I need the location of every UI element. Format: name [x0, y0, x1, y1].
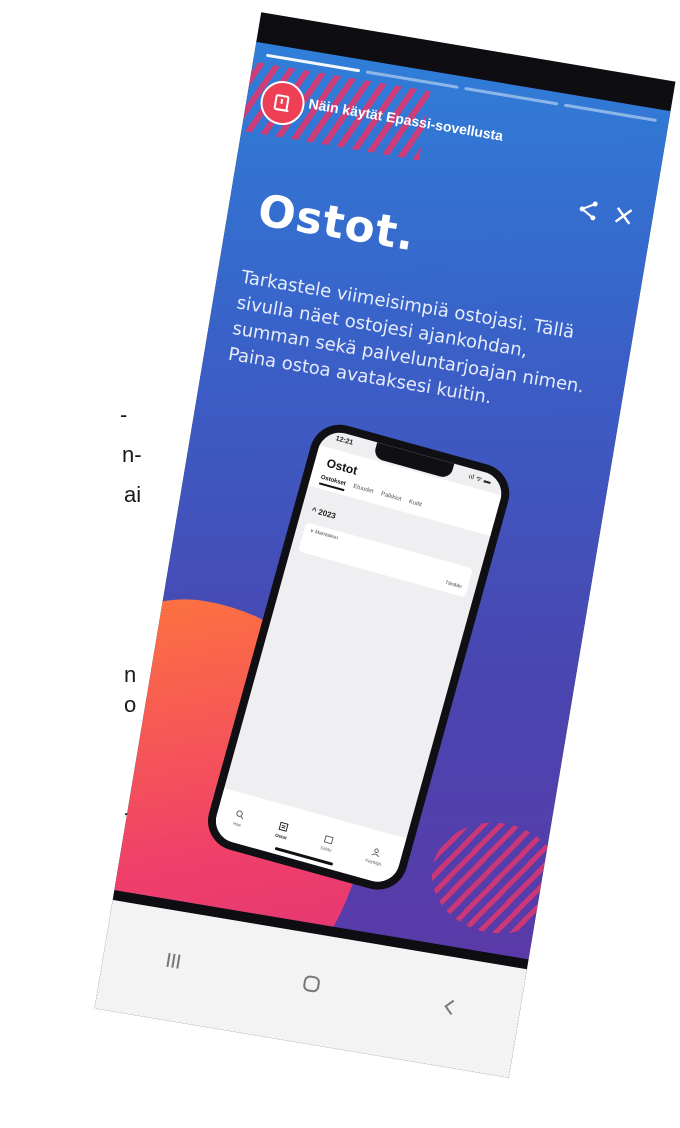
- recent-apps-icon: [166, 952, 181, 969]
- mockup-tab: Ostokset: [318, 474, 347, 492]
- recent-apps-button[interactable]: [150, 938, 196, 984]
- story-viewer[interactable]: Näin käytät Epassi-sovellusta Ostot. Tar…: [114, 41, 671, 960]
- mockup-nav-label: Käyttäjä: [364, 856, 382, 867]
- home-button[interactable]: [289, 961, 335, 1007]
- mockup-nav-label: Ostot: [274, 831, 288, 840]
- mockup-tab: Palkkiot: [380, 491, 402, 503]
- page-text-fragment: ai: [124, 482, 142, 507]
- share-button[interactable]: [571, 193, 606, 228]
- story-title: Ostot.: [254, 184, 420, 262]
- mockup-tab: Kuitit: [408, 499, 423, 509]
- mockup-nav-label: Hae: [232, 820, 242, 828]
- mockup-month-card: ∨ Marraskuu Tänään: [298, 522, 473, 598]
- mockup-nav-balance: Saldo: [320, 833, 336, 852]
- user-icon: [371, 847, 379, 857]
- wallet-icon: [323, 834, 334, 844]
- progress-segment: [464, 86, 558, 106]
- mockup-screen: 12:21 ııl ᯤ ▬ Ostot Ostokset Etuudet Pal…: [210, 427, 507, 887]
- phone-device: Näin käytät Epassi-sovellusta Ostot. Tar…: [94, 12, 676, 1078]
- photo-page: - n- ai n o - Näin käytät Epassi-sovellu…: [0, 0, 680, 1128]
- mockup-year-header: ^ 2023: [310, 505, 337, 521]
- avatar-book-icon: [273, 94, 290, 113]
- mockup-time: 12:21: [334, 435, 354, 447]
- mockup-nav-search: Hae: [232, 809, 245, 828]
- back-button[interactable]: [427, 984, 473, 1030]
- search-icon: [236, 809, 243, 819]
- mockup-month-label: ∨ Marraskuu: [309, 527, 339, 542]
- mockup-status-icons: ııl ᯤ ▬: [467, 473, 492, 486]
- mockup-tab: Etuudet: [352, 483, 374, 495]
- decor-stripes: [423, 813, 570, 943]
- page-text-fragment: n: [124, 662, 137, 687]
- home-icon: [303, 975, 320, 993]
- mockup-nav-user: Käyttäjä: [365, 845, 385, 866]
- page-text-fragment: n-: [122, 442, 142, 467]
- close-button[interactable]: [606, 199, 641, 234]
- share-icon: [579, 201, 598, 221]
- story-description: Tarkastele viimeisimpiä ostojasi. Tällä …: [226, 266, 586, 409]
- mockup-nav-purchases: Ostot: [275, 820, 291, 840]
- mockup-nav-label: Saldo: [319, 844, 333, 853]
- progress-segment: [563, 103, 658, 123]
- list-icon: [278, 821, 289, 832]
- mockup-month-value: Tänään: [444, 579, 463, 591]
- page-text-fragment: o: [124, 692, 137, 717]
- back-icon: [444, 999, 455, 1015]
- close-icon: [614, 207, 633, 225]
- page-text-fragment: -: [120, 402, 128, 427]
